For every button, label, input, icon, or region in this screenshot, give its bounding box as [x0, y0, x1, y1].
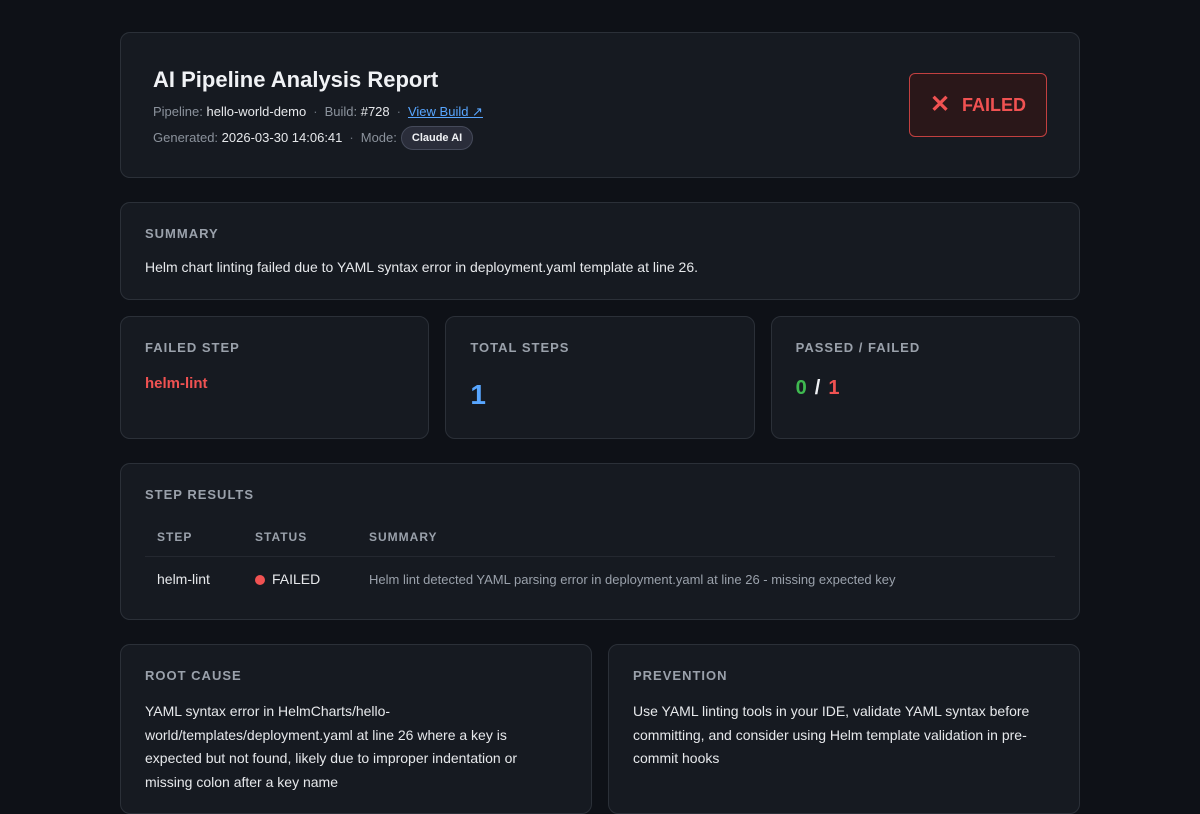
step-results-card: STEP RESULTS STEP STATUS SUMMARY helm-li… — [120, 463, 1080, 620]
root-cause-heading: ROOT CAUSE — [145, 668, 242, 683]
table-row: helm-lint FAILED Helm lint detected YAML… — [145, 557, 1055, 602]
column-header-step: STEP — [145, 524, 243, 557]
step-name: helm-lint — [157, 571, 210, 587]
report-container: AI Pipeline Analysis Report Pipeline: he… — [120, 32, 1080, 814]
summary-heading: SUMMARY — [145, 226, 219, 241]
step-results-heading: STEP RESULTS — [145, 487, 255, 502]
passed-failed-value: 0 / 1 — [796, 377, 1055, 400]
column-header-status: STATUS — [243, 524, 357, 557]
separator: · — [313, 104, 318, 119]
total-steps-heading: TOTAL STEPS — [470, 340, 570, 355]
table-header-row: STEP STATUS SUMMARY — [145, 524, 1055, 557]
summary-card: SUMMARY Helm chart linting failed due to… — [120, 202, 1080, 300]
step-status: FAILED — [243, 557, 357, 602]
generated-timestamp: 2026-03-30 14:06:41 — [221, 130, 343, 145]
total-steps-value: 1 — [470, 379, 486, 410]
analysis-row: ROOT CAUSE YAML syntax error in HelmChar… — [120, 644, 1080, 814]
passed-count: 0 — [795, 377, 807, 399]
status-label: FAILED — [962, 94, 1027, 115]
status-dot-icon — [255, 575, 265, 585]
prevention-card: PREVENTION Use YAML linting tools in you… — [608, 644, 1080, 814]
total-steps-card: TOTAL STEPS 1 — [445, 316, 755, 439]
prevention-text: Use YAML linting tools in your IDE, vali… — [633, 703, 1030, 766]
mode-label: Mode: — [360, 130, 397, 145]
slash: / — [814, 377, 821, 399]
separator: · — [396, 104, 401, 119]
build-number: #728 — [360, 104, 390, 119]
passed-failed-card: PASSED / FAILED 0 / 1 — [770, 316, 1080, 439]
pipeline-label: Pipeline: — [153, 104, 203, 119]
failed-count: 1 — [828, 377, 840, 399]
view-build-link[interactable]: View Build ↗ — [408, 102, 483, 122]
build-label: Build: — [324, 104, 358, 119]
step-results-table: STEP STATUS SUMMARY helm-lint FAILED Hel… — [145, 524, 1055, 601]
failed-step-heading: FAILED STEP — [145, 340, 240, 355]
summary-text: Helm chart linting failed due to YAML sy… — [145, 259, 699, 275]
pipeline-name: hello-world-demo — [206, 104, 307, 119]
failed-step-card: FAILED STEP helm-lint — [120, 316, 430, 439]
status-badge: ✕ FAILED — [909, 73, 1047, 137]
step-status-label: FAILED — [272, 571, 321, 587]
mode-badge: Claude AI — [400, 126, 474, 150]
prevention-heading: PREVENTION — [633, 668, 728, 683]
close-icon: ✕ — [929, 91, 951, 118]
stats-row: FAILED STEP helm-lint TOTAL STEPS 1 PASS… — [120, 316, 1080, 439]
column-header-summary: SUMMARY — [357, 524, 1055, 557]
step-summary: Helm lint detected YAML parsing error in… — [369, 571, 896, 587]
separator: · — [349, 130, 354, 145]
root-cause-card: ROOT CAUSE YAML syntax error in HelmChar… — [120, 644, 592, 814]
root-cause-text: YAML syntax error in HelmCharts/hello-wo… — [145, 703, 518, 790]
failed-step-value: helm-lint — [145, 375, 208, 392]
passed-failed-heading: PASSED / FAILED — [795, 340, 921, 355]
report-header: AI Pipeline Analysis Report Pipeline: he… — [120, 32, 1080, 178]
generated-label: Generated: — [153, 130, 219, 145]
